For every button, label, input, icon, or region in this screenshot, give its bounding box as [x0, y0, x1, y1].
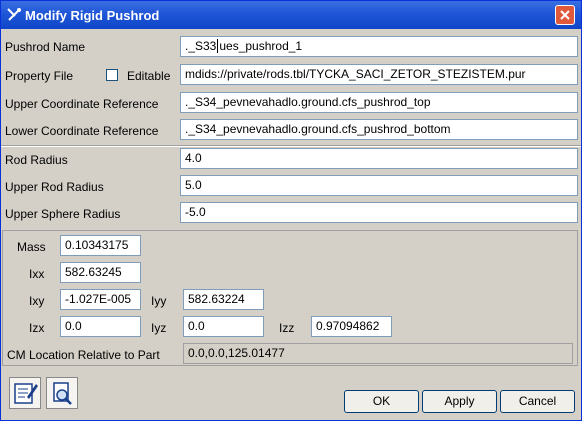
pushrod-name-field[interactable]: ._S33 ues_pushrod_1: [180, 36, 578, 57]
cancel-button[interactable]: Cancel: [500, 390, 575, 413]
iyz-field[interactable]: 0.0: [183, 316, 264, 337]
apply-button[interactable]: Apply: [422, 390, 497, 413]
upper-rod-radius-field[interactable]: 5.0: [180, 175, 578, 196]
izx-label: Izx: [29, 321, 45, 335]
izz-field[interactable]: 0.97094862: [311, 316, 392, 337]
izz-label: Izz: [279, 321, 295, 335]
property-file-field[interactable]: mdids://private/rods.tbl/TYCKA_SACI_ZETO…: [180, 64, 578, 85]
cm-location-label: CM Location Relative to Part: [7, 348, 160, 362]
modify-rigid-pushrod-dialog: Modify Rigid Pushrod Pushrod Name ._S33 u…: [0, 0, 582, 421]
pushrod-name-suffix: ues_pushrod_1: [219, 39, 303, 53]
info-button[interactable]: [46, 377, 78, 409]
iyy-field[interactable]: 582.63224: [183, 289, 264, 310]
pushrod-icon: [6, 7, 22, 23]
close-icon: [560, 10, 570, 20]
rod-radius-label: Rod Radius: [5, 153, 68, 167]
cm-location-field: 0.0,0.0,125.01477: [183, 343, 573, 364]
upper-rod-radius-label: Upper Rod Radius: [5, 180, 104, 194]
ixx-label: Ixx: [29, 267, 45, 281]
edit-notes-icon: [14, 383, 38, 404]
mass-label: Mass: [17, 240, 46, 254]
ixy-field[interactable]: -1.027E-005: [60, 289, 141, 310]
lower-coordinate-reference-label: Lower Coordinate Reference: [5, 124, 159, 138]
editable-label: Editable: [127, 69, 171, 83]
editable-checkbox[interactable]: [106, 69, 118, 81]
property-file-label: Property File: [5, 69, 74, 83]
ixx-field[interactable]: 582.63245: [60, 262, 141, 283]
pushrod-name-prefix: ._S33: [185, 39, 217, 53]
upper-sphere-radius-label: Upper Sphere Radius: [5, 207, 121, 221]
close-button[interactable]: [555, 5, 575, 25]
iyy-label: Iyy: [151, 294, 167, 308]
upper-coordinate-reference-label: Upper Coordinate Reference: [5, 97, 159, 111]
izx-field[interactable]: 0.0: [60, 316, 141, 337]
lower-coordinate-reference-field[interactable]: ._S34_pevnevahadlo.ground.cfs_pushrod_bo…: [180, 119, 578, 140]
ok-button[interactable]: OK: [344, 390, 419, 413]
upper-coordinate-reference-field[interactable]: ._S34_pevnevahadlo.ground.cfs_pushrod_to…: [180, 92, 578, 113]
rod-radius-field[interactable]: 4.0: [180, 148, 578, 169]
upper-sphere-radius-field[interactable]: -5.0: [180, 202, 578, 223]
edit-notes-button[interactable]: [9, 377, 41, 409]
title-bar[interactable]: Modify Rigid Pushrod: [1, 1, 581, 29]
window-title: Modify Rigid Pushrod: [25, 8, 160, 23]
document-magnify-icon: [53, 382, 72, 405]
mass-field[interactable]: 0.10343175: [60, 235, 141, 256]
ixy-label: Ixy: [29, 294, 45, 308]
separator: [1, 145, 581, 147]
pushrod-name-label: Pushrod Name: [5, 40, 86, 54]
iyz-label: Iyz: [151, 321, 167, 335]
